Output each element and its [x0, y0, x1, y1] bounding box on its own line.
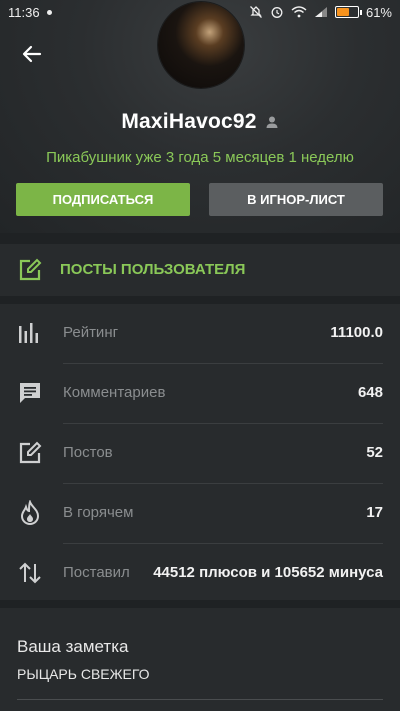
stat-row-posts: Постов 52 [0, 424, 400, 484]
stat-row-votes: Поставил 44512 плюсов и 105652 минуса [0, 544, 400, 604]
username: MaxiHavoc92 [121, 110, 257, 133]
user-note[interactable]: Ваша заметка РЫЦАРЬ СВЕЖЕГО [0, 608, 400, 711]
divider [17, 699, 383, 700]
user-icon [266, 116, 278, 128]
user-posts-link[interactable]: ПОСТЫ ПОЛЬЗОВАТЕЛЯ [0, 244, 400, 296]
stat-value: 52 [366, 444, 383, 461]
membership-duration: Пикабушник уже 3 года 5 месяцев 1 неделю [46, 149, 354, 166]
note-text: РЫЦАРЬ СВЕЖЕГО [17, 666, 150, 682]
flame-icon [20, 500, 40, 526]
back-arrow-icon [22, 45, 42, 63]
stat-value: 44512 плюсов и 105652 минуса [153, 564, 383, 581]
alarm-icon [271, 7, 283, 18]
status-bar: 11:36 61% [0, 0, 400, 24]
stat-row-comments: Комментариев 648 [0, 364, 400, 424]
stat-label: Поставил [63, 564, 130, 581]
battery-icon [334, 6, 362, 18]
edit-post-icon [19, 258, 42, 281]
battery-percent: 61% [365, 4, 392, 20]
note-title: Ваша заметка [17, 637, 129, 656]
status-time: 11:36 [8, 4, 40, 20]
stat-label: Комментариев [63, 384, 166, 401]
stat-value: 648 [357, 384, 383, 401]
stat-label: В горячем [63, 504, 134, 521]
comment-icon [20, 383, 40, 403]
stats-panel: Рейтинг 11100.0 Комментариев 648 Постов … [0, 304, 400, 600]
stat-value: 17 [366, 504, 383, 521]
mute-icon [250, 6, 262, 18]
notification-dot-icon [46, 9, 52, 15]
wifi-icon [291, 6, 307, 18]
stat-label: Постов [63, 444, 113, 461]
stat-row-hot: В горячем 17 [0, 484, 400, 544]
stat-value: 11100.0 [330, 324, 383, 341]
stat-label: Рейтинг [63, 324, 119, 341]
up-down-arrows-icon [19, 562, 41, 584]
signal-icon [314, 7, 327, 17]
ignore-list-button[interactable]: В ИГНОР-ЛИСТ [209, 183, 383, 216]
user-posts-label: ПОСТЫ ПОЛЬЗОВАТЕЛЯ [60, 261, 246, 278]
subscribe-button[interactable]: ПОДПИСАТЬСЯ [16, 183, 190, 216]
stat-row-rating: Рейтинг 11100.0 [0, 304, 400, 364]
rating-bars-icon [19, 323, 38, 343]
back-button[interactable] [14, 38, 50, 70]
edit-post-icon [19, 441, 42, 464]
